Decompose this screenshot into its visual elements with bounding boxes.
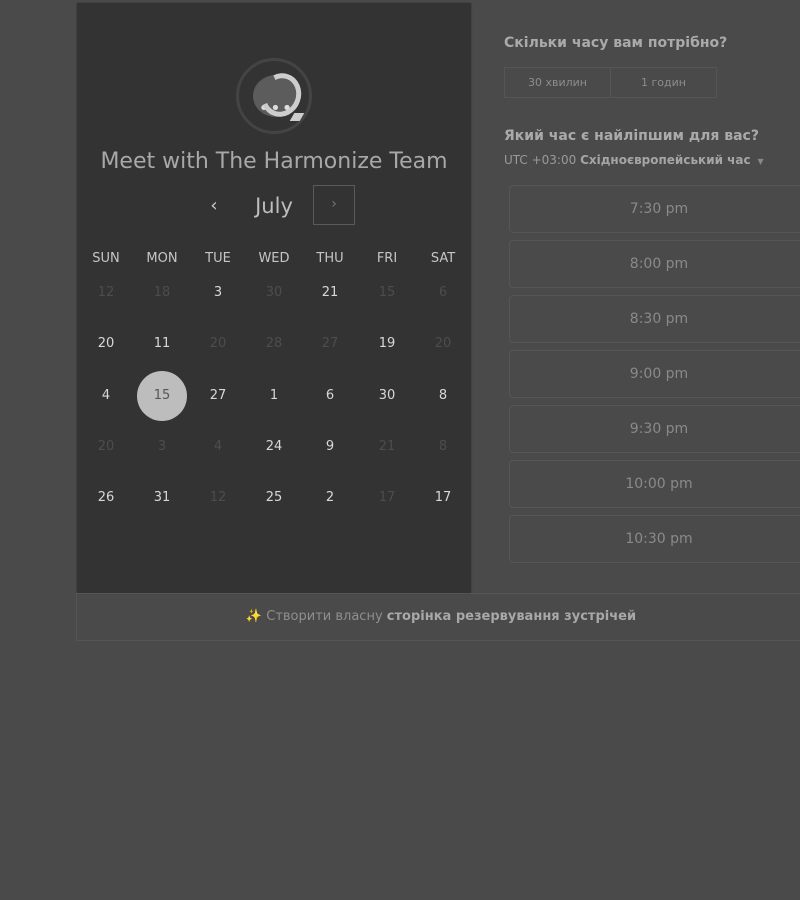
time-slot-button[interactable]: 9:00 pm	[509, 350, 800, 398]
date-cell[interactable]: 2	[302, 488, 358, 508]
weekday-sun: SUN	[92, 251, 120, 266]
weekday-fri: FRI	[376, 251, 398, 266]
timezone-offset: UTC +03:00	[504, 153, 577, 167]
chevron-down-icon: ▼	[757, 157, 764, 166]
duration-toggle: 30 хвилин 1 годин	[504, 67, 717, 98]
footer-prefix: Створити власну	[266, 609, 383, 624]
date-cell[interactable]: 3	[190, 283, 246, 303]
time-slot-button[interactable]: 7:30 pm	[509, 185, 800, 233]
date-cell: 12	[97, 285, 115, 300]
date-cell: 28	[265, 336, 283, 351]
date-cell: 21	[378, 439, 396, 454]
date-cell: 15	[378, 285, 396, 300]
weekday-thu: THU	[316, 251, 344, 266]
date-cell: 12	[209, 490, 227, 505]
timezone-name: Східноєвропейський час	[580, 153, 751, 167]
date-cell: 27	[321, 336, 339, 351]
date-cell[interactable]: 17	[415, 488, 471, 508]
date-cell: 17	[378, 490, 396, 505]
time-slot-button[interactable]: 8:00 pm	[509, 240, 800, 288]
footer-link-text: сторінка резервування зустрічей	[386, 609, 637, 624]
date-cell[interactable]: 30	[359, 386, 415, 406]
time-slot-button[interactable]: 9:30 pm	[509, 405, 800, 453]
page-title: Meet with The Harmonize Team	[100, 149, 448, 174]
date-cell[interactable]: 26	[78, 488, 134, 508]
sparkle-icon: ✨	[245, 609, 263, 624]
time-slot-button[interactable]: 10:00 pm	[509, 460, 800, 508]
duration-1-hour-button[interactable]: 1 годин	[611, 68, 716, 97]
date-cell[interactable]: 19	[359, 334, 415, 354]
date-cell: 18	[153, 285, 171, 300]
timezone-selector[interactable]: UTC +03:00 Східноєвропейський час ▼	[504, 153, 764, 167]
date-cell[interactable]: 20	[78, 334, 134, 354]
date-cell: 30	[265, 285, 283, 300]
harmonize-logo: •••	[236, 58, 312, 134]
weekday-wed: WED	[258, 251, 290, 266]
date-cell: 8	[438, 439, 448, 454]
duration-30-min-button[interactable]: 30 хвилин	[505, 68, 611, 97]
time-slot-button[interactable]: 8:30 pm	[509, 295, 800, 343]
date-cell[interactable]: 27	[190, 386, 246, 406]
date-cell: 20	[434, 336, 452, 351]
date-cell: 3	[157, 439, 167, 454]
date-cell[interactable]: 11	[134, 334, 190, 354]
date-cell[interactable]: 21	[302, 283, 358, 303]
date-cell[interactable]: 1	[246, 386, 302, 406]
month-label: July	[255, 194, 293, 218]
weekday-tue: TUE	[205, 251, 231, 266]
date-cell: 4	[213, 439, 223, 454]
time-question: Який час є найліпшим для вас?	[504, 128, 759, 144]
duration-question: Скільки часу вам потрібно?	[504, 35, 728, 51]
calendar-panel: ••• Meet with The Harmonize Team ‹ July …	[77, 3, 471, 593]
prev-month-button[interactable]: ‹	[204, 191, 224, 221]
date-cell[interactable]: 31	[134, 488, 190, 508]
create-booking-page-link[interactable]: ✨ Створити власну сторінка резервування …	[76, 593, 800, 641]
date-cell[interactable]: 6	[302, 386, 358, 406]
date-cell: 20	[97, 439, 115, 454]
time-slot-button[interactable]: 10:30 pm	[509, 515, 800, 563]
weekday-sat: SAT	[430, 251, 456, 266]
date-cell[interactable]: 8	[415, 386, 471, 406]
date-cell[interactable]: 25	[246, 488, 302, 508]
date-cell[interactable]: 24	[246, 437, 302, 457]
weekday-mon: MON	[146, 251, 178, 266]
date-cell: 20	[209, 336, 227, 351]
date-cell: 6	[438, 285, 448, 300]
date-cell[interactable]: 9	[302, 437, 358, 457]
selected-date-cell[interactable]: 15	[137, 371, 187, 421]
date-cell[interactable]: 4	[78, 386, 134, 406]
next-month-button[interactable]: ›	[313, 185, 355, 225]
